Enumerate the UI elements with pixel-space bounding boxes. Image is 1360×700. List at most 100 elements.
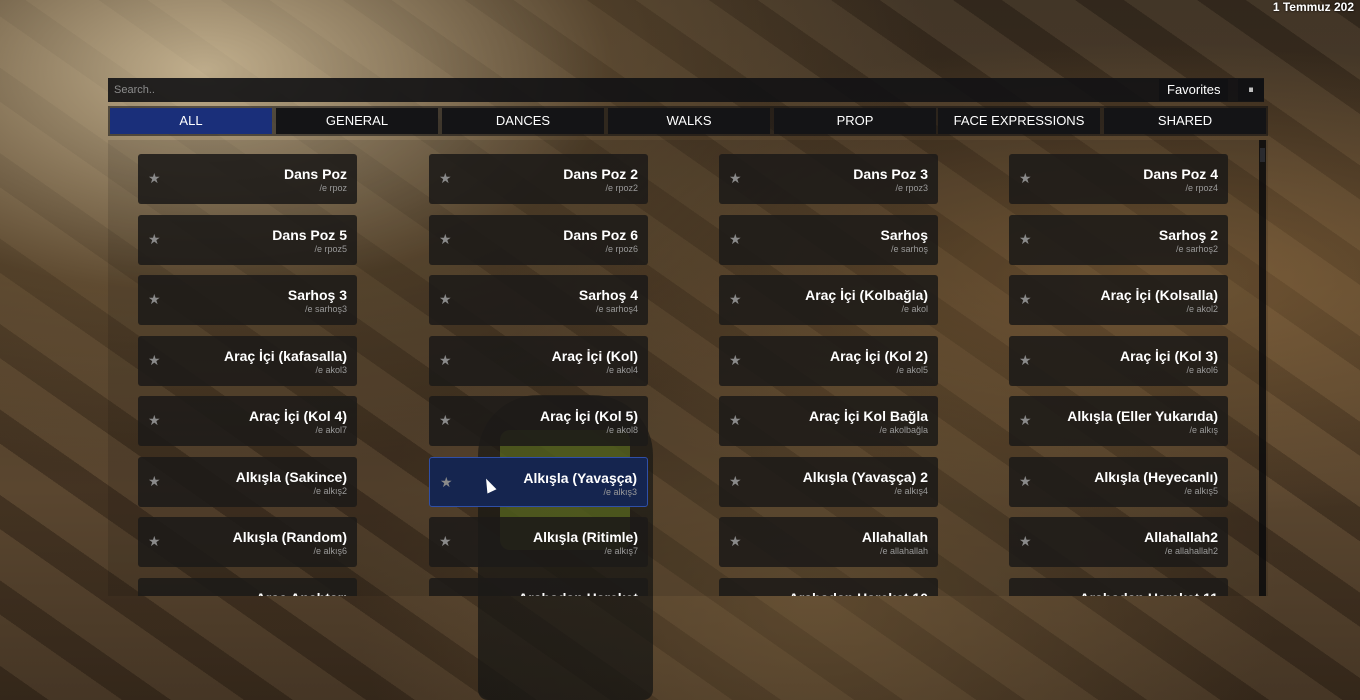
scrollbar-thumb[interactable] bbox=[1260, 148, 1265, 162]
emote-name: Araç İçi Kol Bağla bbox=[808, 408, 928, 424]
search-bar: Favorites ⏸ bbox=[108, 78, 1264, 102]
emote-card[interactable]: ★ Araç Anahtarı bbox=[138, 578, 357, 596]
favorite-star-icon[interactable]: ★ bbox=[148, 292, 162, 306]
emote-command: /e rpoz bbox=[319, 183, 347, 193]
emote-command: /e sarhoş3 bbox=[304, 304, 347, 314]
emote-card[interactable]: ★ Araç İçi (Kol 4)/e akol7 bbox=[138, 396, 357, 446]
emote-card[interactable]: ★ Araç İçi (Kol 5)/e akol8 bbox=[429, 396, 648, 446]
favorite-star-icon[interactable]: ★ bbox=[148, 232, 162, 246]
emote-card[interactable]: ★ Alkışla (Random)/e alkış6 bbox=[138, 517, 357, 567]
emote-command: /e akol5 bbox=[896, 365, 928, 375]
emote-card[interactable]: ★ Arabadan Hareket bbox=[429, 578, 648, 596]
favorite-star-icon[interactable]: ★ bbox=[729, 292, 743, 306]
favorite-star-icon[interactable]: ★ bbox=[148, 353, 162, 367]
favorite-star-icon[interactable]: ★ bbox=[729, 474, 743, 488]
favorite-star-icon[interactable]: ★ bbox=[148, 474, 162, 488]
emote-card[interactable]: ★ Dans Poz 3/e rpoz3 bbox=[719, 154, 938, 204]
favorite-star-icon[interactable]: ★ bbox=[729, 595, 743, 596]
emote-card[interactable]: ★ Arabadan Hareket 11 bbox=[1009, 578, 1228, 596]
favorite-star-icon[interactable]: ★ bbox=[148, 595, 162, 596]
emote-name: Alkışla (Heyecanlı) bbox=[1094, 469, 1218, 485]
emote-command: /e rpoz6 bbox=[605, 244, 638, 254]
favorite-star-icon[interactable]: ★ bbox=[1019, 171, 1033, 185]
emote-name: Araç İçi (Kol 3) bbox=[1119, 348, 1218, 364]
tab-dances[interactable]: DANCES bbox=[442, 108, 604, 134]
favorite-star-icon[interactable]: ★ bbox=[1019, 232, 1033, 246]
emote-card[interactable]: ★ Alkışla (Heyecanlı)/e alkış5 bbox=[1009, 457, 1228, 507]
favorite-star-icon[interactable]: ★ bbox=[439, 353, 453, 367]
emote-card[interactable]: ★ Araç İçi (Kolsalla)/e akol2 bbox=[1009, 275, 1228, 325]
favorite-star-icon[interactable]: ★ bbox=[439, 232, 453, 246]
favorite-star-icon[interactable]: ★ bbox=[1019, 353, 1033, 367]
emote-card[interactable]: ★ Sarhoş 2/e sarhoş2 bbox=[1009, 215, 1228, 265]
favorite-star-icon[interactable]: ★ bbox=[729, 232, 743, 246]
emote-name: Araç İçi (Kol) bbox=[551, 348, 638, 364]
tab-face-expressions[interactable]: FACE EXPRESSIONS bbox=[938, 108, 1100, 134]
emote-grid: ★ Dans Poz/e rpoz ★ Dans Poz 2/e rpoz2 ★ Dans… bbox=[108, 140, 1268, 596]
emote-card[interactable]: ★ Sarhoş/e sarhoş bbox=[719, 215, 938, 265]
emote-card[interactable]: ★ Alkışla (Sakince)/e alkış2 bbox=[138, 457, 357, 507]
favorite-star-icon[interactable]: ★ bbox=[1019, 413, 1033, 427]
emote-card[interactable]: ★ Dans Poz 4/e rpoz4 bbox=[1009, 154, 1228, 204]
favorite-star-icon[interactable]: ★ bbox=[148, 171, 162, 185]
favorite-star-icon[interactable]: ★ bbox=[439, 595, 453, 596]
emote-card[interactable]: ★ Dans Poz 5/e rpoz5 bbox=[138, 215, 357, 265]
favorite-star-icon[interactable]: ★ bbox=[1019, 292, 1033, 306]
emote-card[interactable]: ★ Araç İçi (kafasalla)/e akol3 bbox=[138, 336, 357, 386]
emote-card[interactable]: ★ Araç İçi (Kol)/e akol4 bbox=[429, 336, 648, 386]
emote-command: /e akolbağla bbox=[879, 425, 928, 435]
emote-name: Dans Poz bbox=[283, 166, 347, 182]
favorite-star-icon[interactable]: ★ bbox=[439, 534, 453, 548]
favorite-star-icon[interactable]: ★ bbox=[1019, 474, 1033, 488]
emote-card[interactable]: ★ Araç İçi (Kol 3)/e akol6 bbox=[1009, 336, 1228, 386]
search-input[interactable] bbox=[108, 78, 1153, 102]
tab-all[interactable]: ALL bbox=[110, 108, 272, 134]
favorite-star-icon[interactable]: ★ bbox=[1019, 595, 1033, 596]
tab-prop[interactable]: PROP bbox=[774, 108, 936, 134]
favorite-star-icon[interactable]: ★ bbox=[439, 292, 453, 306]
emote-command: /e allahallah2 bbox=[1164, 546, 1218, 556]
favorite-star-icon[interactable]: ★ bbox=[440, 475, 454, 489]
emote-card[interactable]: ★ Dans Poz/e rpoz bbox=[138, 154, 357, 204]
favorite-star-icon[interactable]: ★ bbox=[729, 171, 743, 185]
emote-card[interactable]: ★ Araç İçi (Kolbağla)/e akol bbox=[719, 275, 938, 325]
emote-name: Araç Anahtarı bbox=[256, 590, 347, 596]
tab-shared[interactable]: SHARED bbox=[1104, 108, 1266, 134]
pause-button[interactable]: ⏸ bbox=[1238, 79, 1264, 101]
emote-command: /e akol8 bbox=[606, 425, 638, 435]
emote-card[interactable]: ★ Arabadan Hareket 10 bbox=[719, 578, 938, 596]
emote-name: Araç İçi (Kol 5) bbox=[539, 408, 638, 424]
emote-name: Dans Poz 4 bbox=[1143, 166, 1218, 182]
favorite-star-icon[interactable]: ★ bbox=[439, 171, 453, 185]
emote-command: /e akol6 bbox=[1186, 365, 1218, 375]
emote-card[interactable]: ★ Allahallah/e allahallah bbox=[719, 517, 938, 567]
emote-card[interactable]: ★ Sarhoş 3/e sarhoş3 bbox=[138, 275, 357, 325]
emote-card[interactable]: ★ Alkışla (Ritimle)/e alkış7 bbox=[429, 517, 648, 567]
emote-card[interactable]: ★ Dans Poz 6/e rpoz6 bbox=[429, 215, 648, 265]
emote-card[interactable]: ★ Araç İçi Kol Bağla/e akolbağla bbox=[719, 396, 938, 446]
favorite-star-icon[interactable]: ★ bbox=[439, 413, 453, 427]
favorite-star-icon[interactable]: ★ bbox=[148, 413, 162, 427]
emote-name: Araç İçi (Kol 2) bbox=[829, 348, 928, 364]
emote-card[interactable]: ★ Alkışla (Yavaşça)/e alkış3 bbox=[429, 457, 648, 507]
favorite-star-icon[interactable]: ★ bbox=[148, 534, 162, 548]
emote-command: /e alkış5 bbox=[1184, 486, 1218, 496]
emote-name: Alkışla (Yavaşça) bbox=[523, 470, 637, 486]
tab-general[interactable]: GENERAL bbox=[276, 108, 438, 134]
emote-command: /e alkış3 bbox=[603, 487, 637, 497]
favorite-star-icon[interactable]: ★ bbox=[729, 353, 743, 367]
favorite-star-icon[interactable]: ★ bbox=[1019, 534, 1033, 548]
emote-card[interactable]: ★ Alkışla (Eller Yukarıda)/e alkış bbox=[1009, 396, 1228, 446]
emote-name: Alkışla (Random) bbox=[232, 529, 347, 545]
emote-card[interactable]: ★ Sarhoş 4/e sarhoş4 bbox=[429, 275, 648, 325]
tab-walks[interactable]: WALKS bbox=[608, 108, 770, 134]
emote-card[interactable]: ★ Araç İçi (Kol 2)/e akol5 bbox=[719, 336, 938, 386]
favorites-button[interactable]: Favorites bbox=[1159, 79, 1229, 101]
emote-card[interactable]: ★ Alkışla (Yavaşça) 2/e alkış4 bbox=[719, 457, 938, 507]
favorite-star-icon[interactable]: ★ bbox=[729, 413, 743, 427]
emote-card[interactable]: ★ Allahallah2/e allahallah2 bbox=[1009, 517, 1228, 567]
favorite-star-icon[interactable]: ★ bbox=[729, 534, 743, 548]
emote-card[interactable]: ★ Dans Poz 2/e rpoz2 bbox=[429, 154, 648, 204]
scrollbar[interactable] bbox=[1259, 140, 1266, 596]
emote-name: Sarhoş 2 bbox=[1158, 227, 1218, 243]
